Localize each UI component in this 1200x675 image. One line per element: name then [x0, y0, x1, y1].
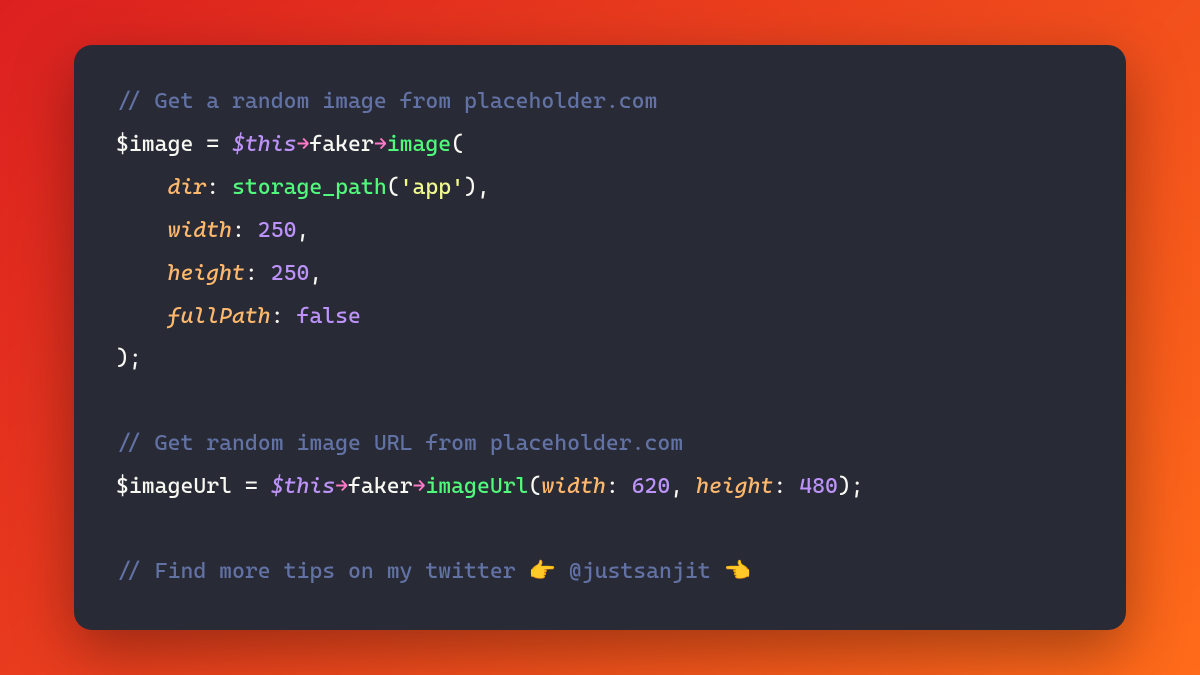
blank-line [116, 509, 1084, 551]
comment-text: // Find more tips on my twitter [116, 559, 529, 584]
code-line: width: 250, [116, 210, 1084, 253]
arrow-operator: → [412, 474, 425, 499]
code-snippet-card: // Get a random image from placeholder.c… [74, 45, 1126, 630]
operator: = [193, 132, 232, 157]
colon-separator: : [606, 474, 632, 499]
code-line-comment: // Get a random image from placeholder.c… [116, 81, 1084, 124]
comma: , [670, 474, 696, 499]
variable-name: $image [116, 132, 193, 157]
code-line: fullPath: false [116, 296, 1084, 339]
colon-separator: : [271, 304, 297, 329]
colon-separator: : [206, 175, 232, 200]
boolean-literal: false [296, 304, 360, 329]
twitter-handle: @justsanjit [556, 559, 724, 584]
method-name: image [387, 132, 451, 157]
operator: = [232, 474, 271, 499]
paren-close: ); [116, 346, 142, 371]
pointing-right-icon: 👉 [529, 559, 556, 584]
colon-separator: : [232, 218, 258, 243]
method-name: imageUrl [425, 474, 528, 499]
paren-close: ); [838, 474, 864, 499]
named-param: width [541, 474, 605, 499]
comma: , [296, 218, 309, 243]
paren-close: ), [464, 175, 490, 200]
code-line: dir: storage_path('app'), [116, 167, 1084, 210]
comment-text: // Get random image URL from placeholder… [116, 431, 683, 456]
colon-separator: : [773, 474, 799, 499]
named-param: dir [168, 175, 207, 200]
variable-name: $imageUrl [116, 474, 232, 499]
this-keyword: $this [271, 474, 335, 499]
function-call: storage_path [232, 175, 387, 200]
comment-text: // Get a random image from placeholder.c… [116, 89, 657, 114]
code-line: height: 250, [116, 253, 1084, 296]
code-line: ); [116, 338, 1084, 381]
arrow-operator: → [296, 132, 309, 157]
colon-separator: : [245, 261, 271, 286]
named-param: width [168, 218, 232, 243]
number-literal: 480 [799, 474, 838, 499]
paren-open: ( [529, 474, 542, 499]
named-param: height [168, 261, 245, 286]
string-literal: 'app' [400, 175, 464, 200]
arrow-operator: → [335, 474, 348, 499]
pointing-left-icon: 👈 [723, 559, 750, 584]
arrow-operator: → [374, 132, 387, 157]
property-name: faker [348, 474, 412, 499]
number-literal: 620 [632, 474, 671, 499]
code-line: $image = $this→faker→image( [116, 124, 1084, 167]
named-param: fullPath [168, 304, 271, 329]
this-keyword: $this [232, 132, 296, 157]
code-line-comment: // Get random image URL from placeholder… [116, 423, 1084, 466]
property-name: faker [309, 132, 373, 157]
paren-open: ( [387, 175, 400, 200]
code-line-comment: // Find more tips on my twitter 👉 @justs… [116, 551, 1084, 594]
number-literal: 250 [258, 218, 297, 243]
paren-open: ( [451, 132, 464, 157]
named-param: height [696, 474, 773, 499]
code-line: $imageUrl = $this→faker→imageUrl(width: … [116, 466, 1084, 509]
number-literal: 250 [271, 261, 310, 286]
blank-line [116, 381, 1084, 423]
comma: , [309, 261, 322, 286]
